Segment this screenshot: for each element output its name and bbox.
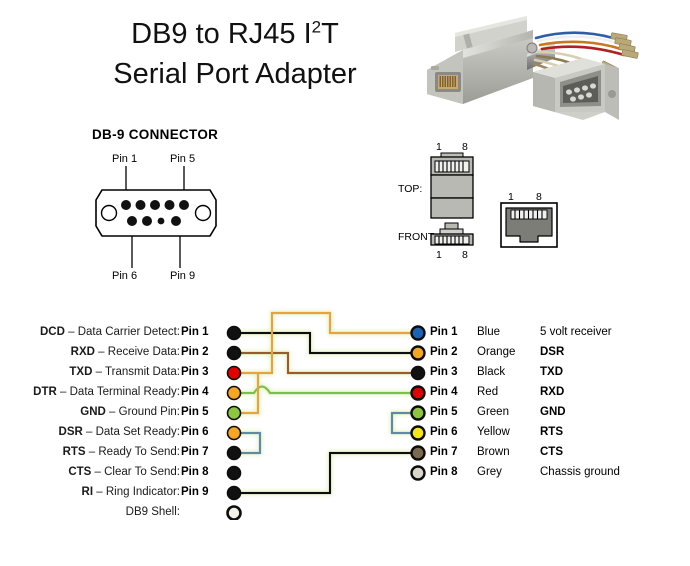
rj45-dot-3 — [410, 365, 426, 381]
rj45-diagram: TOP: 1 8 FRONT: 1 8 1 8 — [398, 141, 558, 260]
rj45-face-pin-1: 1 — [508, 191, 514, 203]
rj45-pin-number-6: Pin 6 — [430, 426, 458, 438]
page-title: DB9 to RJ45 I2T Serial Port Adapter — [60, 14, 410, 94]
rj45-front-pin-8: 8 — [462, 249, 468, 260]
rj45-function-7: CTS — [540, 446, 563, 458]
pinout-section: DCD – Data Carrier Detect: RXD – Receive… — [0, 300, 690, 520]
db9-label-pin5: Pin 5 — [170, 153, 195, 165]
rj45-pin-number-8: Pin 8 — [430, 466, 458, 478]
rj45-pin-number-1: Pin 1 — [430, 326, 458, 338]
db9-dot-1 — [226, 325, 242, 341]
db9-dot-9 — [226, 485, 242, 501]
db9-dot-6 — [226, 425, 242, 441]
rj45-front-view — [430, 222, 474, 246]
rj45-dot-8 — [410, 465, 426, 481]
db9-dot-2 — [226, 345, 242, 361]
db9-connector-diagram: Pin 1 Pin 5 Pin 6 Pin 9 — [95, 153, 217, 282]
rj45-function-8: Chassis ground — [540, 466, 620, 478]
db9-dot-8 — [226, 465, 242, 481]
rj45-top-label: TOP: — [398, 183, 422, 195]
rj45-pin-number-7: Pin 7 — [430, 446, 458, 458]
rj45-top-view — [430, 152, 474, 219]
rj45-pin-number-2: Pin 2 — [430, 346, 458, 358]
db9-label-pin6: Pin 6 — [112, 270, 137, 282]
rj45-function-4: RXD — [540, 386, 565, 398]
title-line-2: Serial Port Adapter — [113, 58, 357, 90]
rj45-function-6: RTS — [540, 426, 563, 438]
db9-dot-5 — [226, 405, 242, 421]
rj45-front-label: FRONT: — [398, 231, 436, 243]
db9-diagram-heading: DB-9 CONNECTOR — [92, 127, 219, 142]
title-line-1: DB9 to RJ45 I2T — [131, 17, 339, 50]
rj45-pin-number-3: Pin 3 — [430, 366, 458, 378]
rj45-dot-5 — [410, 405, 426, 421]
rj45-color-5: Green — [477, 406, 509, 418]
diagram-page: DB9 to RJ45 I2T Serial Port Adapter DB-9… — [0, 0, 690, 566]
db9-dot-7 — [226, 445, 242, 461]
db9-dot-shell — [226, 505, 242, 520]
rj45-color-4: Red — [477, 386, 499, 398]
db9-shell-outline — [95, 189, 217, 237]
db9-dot-4 — [226, 385, 242, 401]
rj45-top-pin-8: 8 — [462, 141, 468, 153]
rj45-dot-6 — [410, 425, 426, 441]
rj45-pin-number-4: Pin 4 — [430, 386, 458, 398]
rj45-function-3: TXD — [540, 366, 563, 378]
rj45-color-7: Brown — [477, 446, 510, 458]
db9-label-pin9: Pin 9 — [170, 270, 195, 282]
rj45-front-pin-1: 1 — [436, 249, 442, 260]
rj45-function-5: GND — [540, 406, 566, 418]
rj45-color-2: Orange — [477, 346, 516, 358]
db9-dot-3 — [226, 365, 242, 381]
superscript-two: 2 — [311, 17, 322, 37]
rj45-function-2: DSR — [540, 346, 565, 358]
rj45-dot-7 — [410, 445, 426, 461]
rj45-color-1: Blue — [477, 326, 501, 338]
rj45-function-1: 5 volt receiver — [540, 326, 612, 338]
db9-label-pin1: Pin 1 — [112, 153, 137, 165]
rj45-face-pin-8: 8 — [536, 191, 542, 203]
rj45-dot-2 — [410, 345, 426, 361]
rj45-dot-4 — [410, 385, 426, 401]
rj45-color-3: Black — [477, 366, 506, 378]
rj45-face-view — [500, 202, 558, 248]
rj45-pin-number-5: Pin 5 — [430, 406, 458, 418]
rj45-top-pin-1: 1 — [436, 141, 442, 153]
adapter-body — [427, 16, 533, 104]
rj45-color-8: Grey — [477, 466, 502, 478]
rj45-dot-1 — [410, 325, 426, 341]
adapter-photo — [427, 16, 639, 120]
rj45-color-6: Yellow — [477, 426, 510, 438]
